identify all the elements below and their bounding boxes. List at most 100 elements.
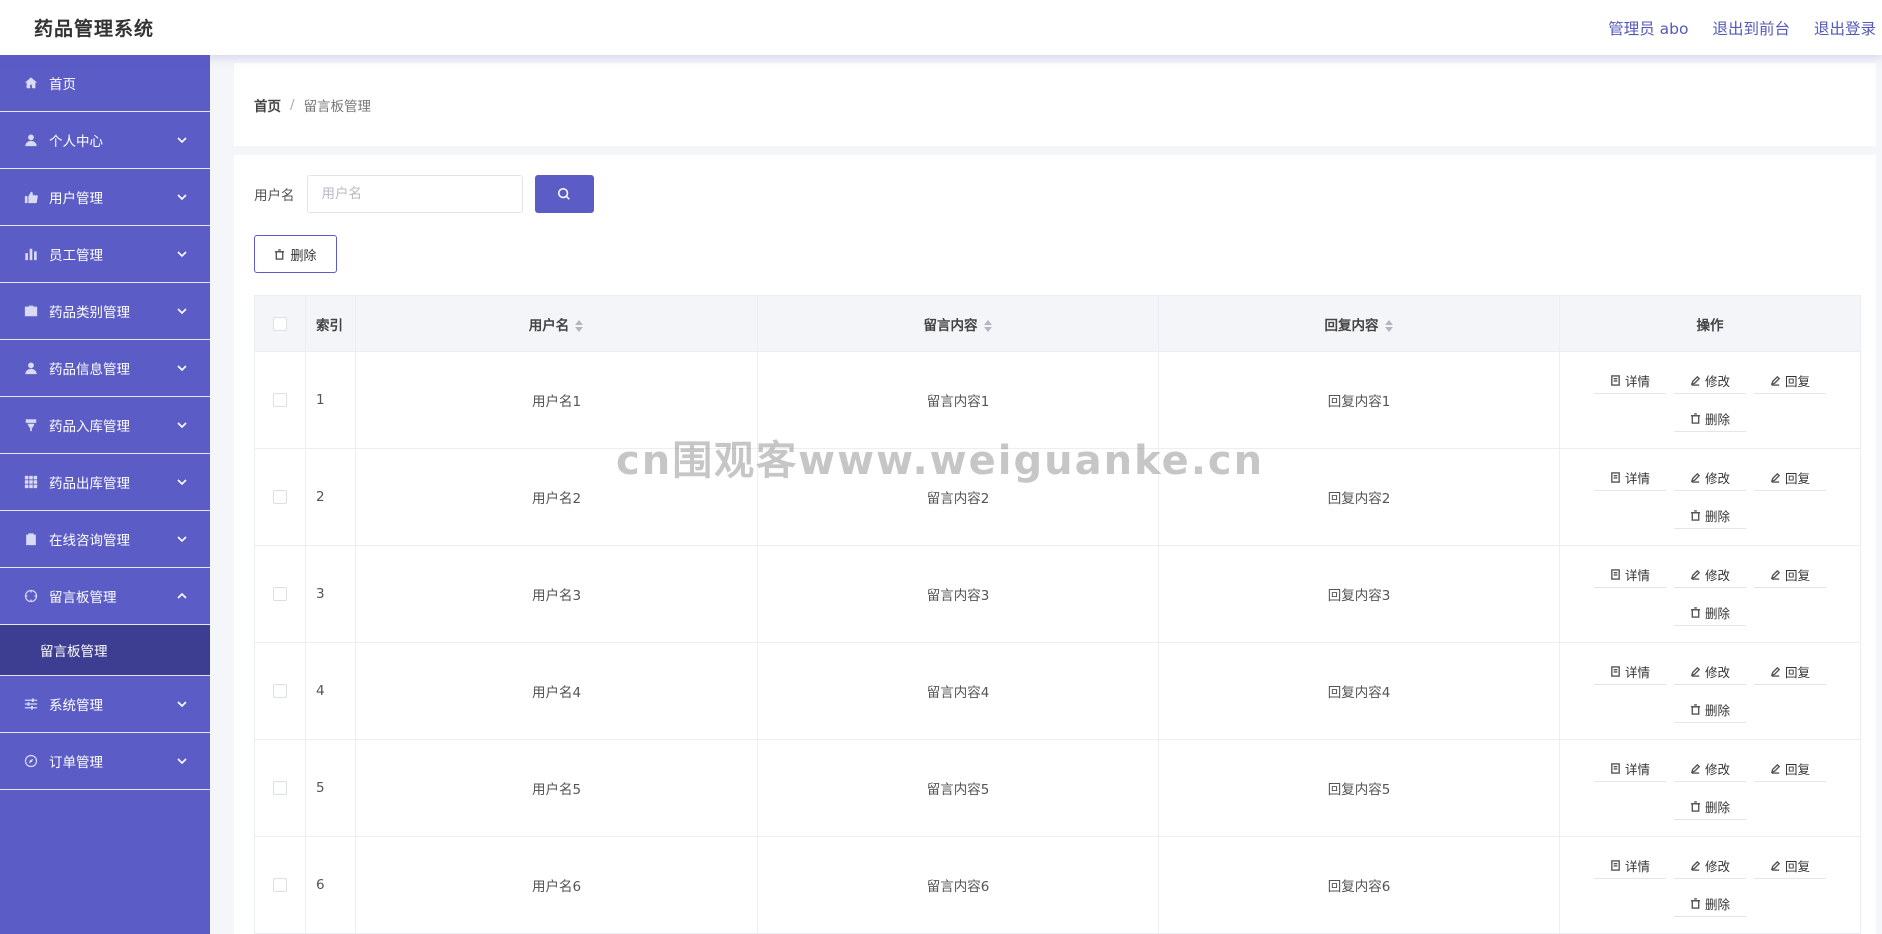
sidebar-subitem-active[interactable]: 留言板管理 xyxy=(0,625,210,676)
batch-delete-button[interactable]: 删除 xyxy=(254,235,337,273)
edit-label: 修改 xyxy=(1704,568,1730,583)
detail-button[interactable]: 详情 xyxy=(1594,756,1666,782)
trash-icon xyxy=(1690,801,1701,812)
sidebar-item[interactable]: 订单管理 xyxy=(0,733,210,790)
row-checkbox-cell xyxy=(254,642,306,740)
sidebar-item[interactable]: 首页 xyxy=(0,55,210,112)
header-message-label: 留言内容 xyxy=(923,317,978,334)
sidebar-item[interactable]: 药品类别管理 xyxy=(0,283,210,340)
sidebar-item-label: 在线咨询管理 xyxy=(49,533,130,549)
header-index: 索引 xyxy=(305,295,356,352)
edit-button[interactable]: 修改 xyxy=(1674,659,1746,685)
delete-button[interactable]: 删除 xyxy=(1674,503,1746,529)
admin-user-link[interactable]: 管理员 abo xyxy=(1608,17,1688,39)
cell-index: 4 xyxy=(305,642,356,740)
pencil-icon xyxy=(1770,569,1781,580)
reply-button[interactable]: 回复 xyxy=(1754,465,1826,491)
row-checkbox-cell xyxy=(254,351,306,449)
chevron-down-icon xyxy=(176,248,188,260)
sliders-icon xyxy=(23,696,39,712)
sidebar-item-label: 药品类别管理 xyxy=(49,305,130,321)
header-username[interactable]: 用户名 xyxy=(355,295,758,352)
sidebar-item[interactable]: 药品信息管理 xyxy=(0,340,210,397)
delete-label: 删除 xyxy=(1704,897,1730,912)
pencil-icon xyxy=(1770,375,1781,386)
clipboard-icon xyxy=(23,531,39,547)
username-search-input[interactable] xyxy=(306,175,523,213)
pencil-icon xyxy=(1690,375,1701,386)
table-row: 4 用户名4 留言内容4 回复内容4 详情 修改 回复 删除 xyxy=(254,642,1861,740)
edit-label: 修改 xyxy=(1704,665,1730,680)
pencil-icon xyxy=(1770,763,1781,774)
header-reply[interactable]: 回复内容 xyxy=(1158,295,1560,352)
row-checkbox[interactable] xyxy=(273,684,287,698)
search-button[interactable] xyxy=(534,175,594,213)
reply-label: 回复 xyxy=(1784,665,1810,680)
detail-button[interactable]: 详情 xyxy=(1594,853,1666,879)
sidebar-item[interactable]: 员工管理 xyxy=(0,226,210,283)
detail-label: 详情 xyxy=(1624,374,1650,389)
reply-button[interactable]: 回复 xyxy=(1754,659,1826,685)
reply-button[interactable]: 回复 xyxy=(1754,756,1826,782)
sort-icon[interactable] xyxy=(575,319,584,333)
detail-button[interactable]: 详情 xyxy=(1594,562,1666,588)
reply-button[interactable]: 回复 xyxy=(1754,853,1826,879)
sidebar-item[interactable]: 用户管理 xyxy=(0,169,210,226)
sort-icon[interactable] xyxy=(1384,319,1394,333)
delete-button[interactable]: 删除 xyxy=(1674,794,1746,820)
delete-button[interactable]: 删除 xyxy=(1674,891,1746,917)
edit-button[interactable]: 修改 xyxy=(1674,465,1746,491)
trash-icon xyxy=(275,248,285,260)
row-checkbox[interactable] xyxy=(273,781,287,795)
pencil-icon xyxy=(1690,666,1701,677)
detail-button[interactable]: 详情 xyxy=(1594,659,1666,685)
sidebar-item[interactable]: 系统管理 xyxy=(0,676,210,733)
cell-username: 用户名3 xyxy=(355,545,758,643)
grid-icon xyxy=(23,474,39,490)
delete-button[interactable]: 删除 xyxy=(1674,600,1746,626)
trash-icon xyxy=(1690,898,1701,909)
row-checkbox-cell xyxy=(254,836,306,934)
edit-button[interactable]: 修改 xyxy=(1674,853,1746,879)
edit-button[interactable]: 修改 xyxy=(1674,562,1746,588)
breadcrumb: 首页 / 留言板管理 xyxy=(234,63,1876,146)
row-checkbox[interactable] xyxy=(273,393,287,407)
row-checkbox[interactable] xyxy=(273,587,287,601)
header-message[interactable]: 留言内容 xyxy=(757,295,1159,352)
edit-label: 修改 xyxy=(1704,471,1730,486)
delete-label: 删除 xyxy=(1704,412,1730,427)
user-icon xyxy=(23,360,39,376)
detail-button[interactable]: 详情 xyxy=(1594,465,1666,491)
table-row: 1 用户名1 留言内容1 回复内容1 详情 修改 回复 删除 xyxy=(254,351,1861,449)
detail-label: 详情 xyxy=(1624,859,1650,874)
chevron-down-icon xyxy=(176,698,188,710)
sidebar-item[interactable]: 药品入库管理 xyxy=(0,397,210,454)
sidebar-item[interactable]: 在线咨询管理 xyxy=(0,511,210,568)
exit-to-frontend-link[interactable]: 退出到前台 xyxy=(1712,17,1790,39)
reply-label: 回复 xyxy=(1784,762,1810,777)
table-row: 6 用户名6 留言内容6 回复内容6 详情 修改 回复 删除 xyxy=(254,836,1861,934)
sidebar-item[interactable]: 药品出库管理 xyxy=(0,454,210,511)
row-checkbox[interactable] xyxy=(273,878,287,892)
message-table: 索引 用户名 留言内容 回复内容 操作 1 用户名1 留言内容1 回复内容1 详情 修改回… xyxy=(254,295,1861,934)
reply-button[interactable]: 回复 xyxy=(1754,368,1826,394)
edit-button[interactable]: 修改 xyxy=(1674,368,1746,394)
logout-link[interactable]: 退出登录 xyxy=(1814,17,1876,39)
delete-button[interactable]: 删除 xyxy=(1674,406,1746,432)
delete-button[interactable]: 删除 xyxy=(1674,697,1746,723)
table-row: 2 用户名2 留言内容2 回复内容2 详情 修改 回复 删除 xyxy=(254,448,1861,546)
cell-index: 3 xyxy=(305,545,356,643)
sort-icon[interactable] xyxy=(983,319,993,333)
document-icon xyxy=(1610,472,1621,483)
cell-actions: 详情 修改 回复删除 xyxy=(1559,739,1861,837)
sidebar-item[interactable]: 个人中心 xyxy=(0,112,210,169)
detail-button[interactable]: 详情 xyxy=(1594,368,1666,394)
select-all-checkbox[interactable] xyxy=(273,316,287,331)
row-checkbox[interactable] xyxy=(273,490,287,504)
cell-message: 留言内容1 xyxy=(757,351,1159,449)
reply-button[interactable]: 回复 xyxy=(1754,562,1826,588)
edit-button[interactable]: 修改 xyxy=(1674,756,1746,782)
sidebar-item-label: 员工管理 xyxy=(49,248,103,264)
sidebar-item[interactable]: 留言板管理 xyxy=(0,568,210,625)
breadcrumb-home[interactable]: 首页 xyxy=(254,95,281,115)
